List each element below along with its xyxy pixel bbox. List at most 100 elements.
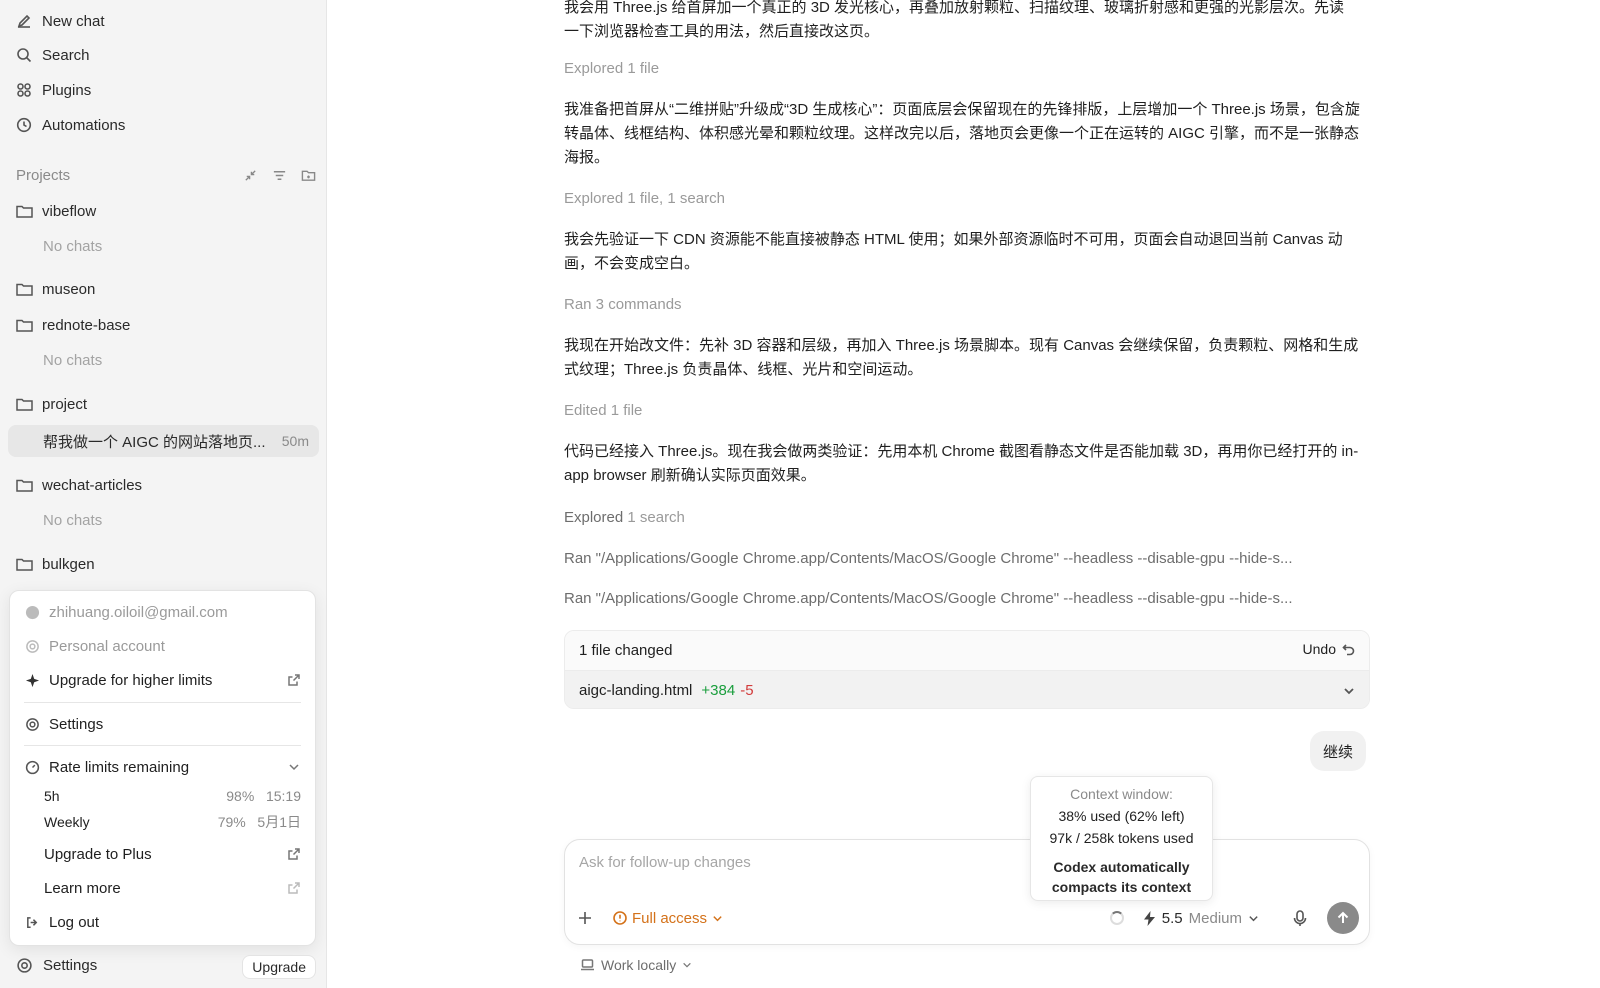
- explored-search-meta[interactable]: Explored 1 search: [564, 509, 685, 526]
- project-museon[interactable]: museon: [16, 276, 95, 302]
- project-name: vibeflow: [42, 202, 97, 220]
- limit-label: 5h: [44, 788, 60, 804]
- tooltip-note-line2: compacts its context: [1051, 879, 1192, 895]
- search-button[interactable]: Search: [16, 40, 90, 70]
- composer-placeholder[interactable]: Ask for follow-up changes: [579, 854, 751, 871]
- project-name: museon: [42, 280, 96, 298]
- chevron-down-icon: [683, 962, 691, 968]
- upgrade-higher-limits-item[interactable]: Upgrade for higher limits: [10, 666, 315, 694]
- plugins-button[interactable]: Plugins: [16, 75, 91, 105]
- assistant-text: 我准备把首屏从“二维拼贴”升级成“3D 生成核心”：页面底层会保留现在的先锋排版…: [564, 101, 1360, 166]
- assistant-text: 代码已经接入 Three.js。现在我会做两类验证：先用本机 Chrome 截图…: [564, 443, 1359, 484]
- external-link-icon: [288, 882, 300, 894]
- folder-icon: [16, 319, 33, 332]
- project-vibeflow[interactable]: vibeflow: [16, 198, 96, 224]
- assistant-line: 一下浏览器检查工具的用法，然后直接改这页。: [564, 23, 880, 40]
- gear-icon: [25, 717, 39, 731]
- send-button[interactable]: [1327, 902, 1359, 934]
- upgrade-button[interactable]: Upgrade: [242, 955, 316, 979]
- rate-limits-row[interactable]: Rate limits remaining: [10, 753, 315, 781]
- upgrade-plus-item[interactable]: Upgrade to Plus: [10, 840, 315, 868]
- microphone-icon[interactable]: [1293, 909, 1307, 927]
- logout-label: Log out: [49, 913, 100, 931]
- gear-icon: [25, 639, 39, 653]
- projects-header: Projects: [16, 163, 316, 187]
- chat-time: 50m: [281, 433, 309, 449]
- tooltip-title: Context window:: [1070, 786, 1173, 802]
- explored-meta[interactable]: Explored 1 file, 1 search: [564, 190, 725, 207]
- automations-label: Automations: [42, 116, 126, 134]
- composer-toolbar: Full access 5.5 Medium: [577, 902, 1359, 934]
- lightning-icon: [1143, 910, 1155, 926]
- limit-percent: 79%: [217, 814, 246, 830]
- menu-divider: [24, 702, 301, 703]
- work-mode-label: Work locally: [601, 957, 677, 973]
- explored-meta[interactable]: Explored 1 file: [564, 60, 659, 77]
- limit-5h: 5h 98% 15:19: [44, 785, 301, 807]
- deletions-count: -5: [740, 681, 754, 699]
- full-access-dropdown[interactable]: Full access: [613, 910, 723, 927]
- model-level: Medium: [1188, 909, 1242, 927]
- sparkle-icon: [25, 673, 39, 687]
- folder-icon: [16, 205, 33, 218]
- clock-icon: [16, 117, 32, 133]
- context-window-tooltip: Context window: 38% used (62% left) 97k …: [1030, 776, 1213, 901]
- settings-item[interactable]: Settings: [10, 710, 315, 738]
- model-selector[interactable]: 5.5 Medium: [1143, 910, 1259, 927]
- folder-icon: [16, 283, 33, 296]
- warning-icon: [613, 911, 627, 925]
- new-chat-button[interactable]: New chat: [16, 6, 105, 36]
- undo-button[interactable]: Undo: [1303, 641, 1355, 657]
- file-changes-card: 1 file changed Undo aigc-landing.html +3…: [564, 630, 1370, 709]
- project-project[interactable]: project: [16, 391, 87, 417]
- changed-file-row[interactable]: aigc-landing.html +384 -5: [565, 671, 1369, 708]
- sidebar: New chat Search Plugins Automations Proj…: [0, 0, 327, 988]
- project-wechat-articles[interactable]: wechat-articles: [16, 472, 142, 498]
- additions-count: +384: [701, 681, 736, 699]
- search-icon: [17, 48, 32, 63]
- work-locally-dropdown[interactable]: Work locally: [580, 957, 692, 973]
- projects-label: Projects: [16, 166, 71, 184]
- chevron-down-icon: [287, 760, 301, 774]
- new-folder-icon[interactable]: [301, 168, 316, 183]
- new-chat-label: New chat: [42, 12, 105, 30]
- menu-divider: [24, 745, 301, 746]
- undo-icon: [1342, 643, 1355, 655]
- ran-command[interactable]: Ran "/Applications/Google Chrome.app/Con…: [564, 550, 1364, 567]
- explored-label: Explored: [564, 509, 624, 526]
- no-chats-text: No chats: [43, 238, 103, 255]
- rate-limits-label: Rate limits remaining: [49, 758, 190, 776]
- files-changed-label: 1 file changed: [579, 642, 673, 659]
- bottom-settings-button[interactable]: Settings: [16, 952, 97, 978]
- learn-more-item[interactable]: Learn more: [10, 874, 315, 902]
- project-name: rednote-base: [42, 316, 131, 334]
- automations-button[interactable]: Automations: [16, 110, 125, 140]
- model-version: 5.5: [1161, 909, 1183, 927]
- chat-item-aigc[interactable]: 帮我做一个 AIGC 的网站落地页... 50m: [8, 425, 319, 457]
- user-message-bubble: 继续: [1310, 731, 1367, 771]
- external-link-icon: [288, 674, 300, 686]
- folder-icon: [16, 398, 33, 411]
- assistant-line: 我会用 Three.js 给首屏加一个真正的 3D 发光核心，再叠加放射颗粒、扫…: [564, 0, 1345, 16]
- ran-command[interactable]: Ran "/Applications/Google Chrome.app/Con…: [564, 590, 1364, 607]
- arrow-up-icon: [1337, 911, 1349, 923]
- composer[interactable]: Ask for follow-up changes Full access 5.…: [564, 839, 1370, 945]
- plus-icon[interactable]: [577, 910, 593, 926]
- chevron-down-icon[interactable]: [1343, 684, 1355, 696]
- project-rednote-base[interactable]: rednote-base: [16, 312, 130, 338]
- project-bulkgen[interactable]: bulkgen: [16, 551, 95, 577]
- no-chats-text: No chats: [43, 352, 103, 369]
- filter-icon[interactable]: [272, 168, 287, 183]
- folder-icon: [16, 479, 33, 492]
- explored-detail: 1 search: [623, 509, 685, 526]
- logout-item[interactable]: Log out: [10, 908, 315, 936]
- edited-meta[interactable]: Edited 1 file: [564, 402, 642, 419]
- plugins-icon: [17, 83, 31, 97]
- collapse-icon[interactable]: [243, 168, 258, 183]
- upgrade-higher-label: Upgrade for higher limits: [49, 671, 213, 689]
- ran-meta[interactable]: Ran 3 commands: [564, 296, 682, 313]
- limit-percent: 98%: [226, 788, 255, 804]
- edit-icon: [17, 14, 31, 28]
- user-icon: [25, 605, 39, 619]
- account-email-row: zhihuang.oiloil@gmail.com: [10, 598, 315, 626]
